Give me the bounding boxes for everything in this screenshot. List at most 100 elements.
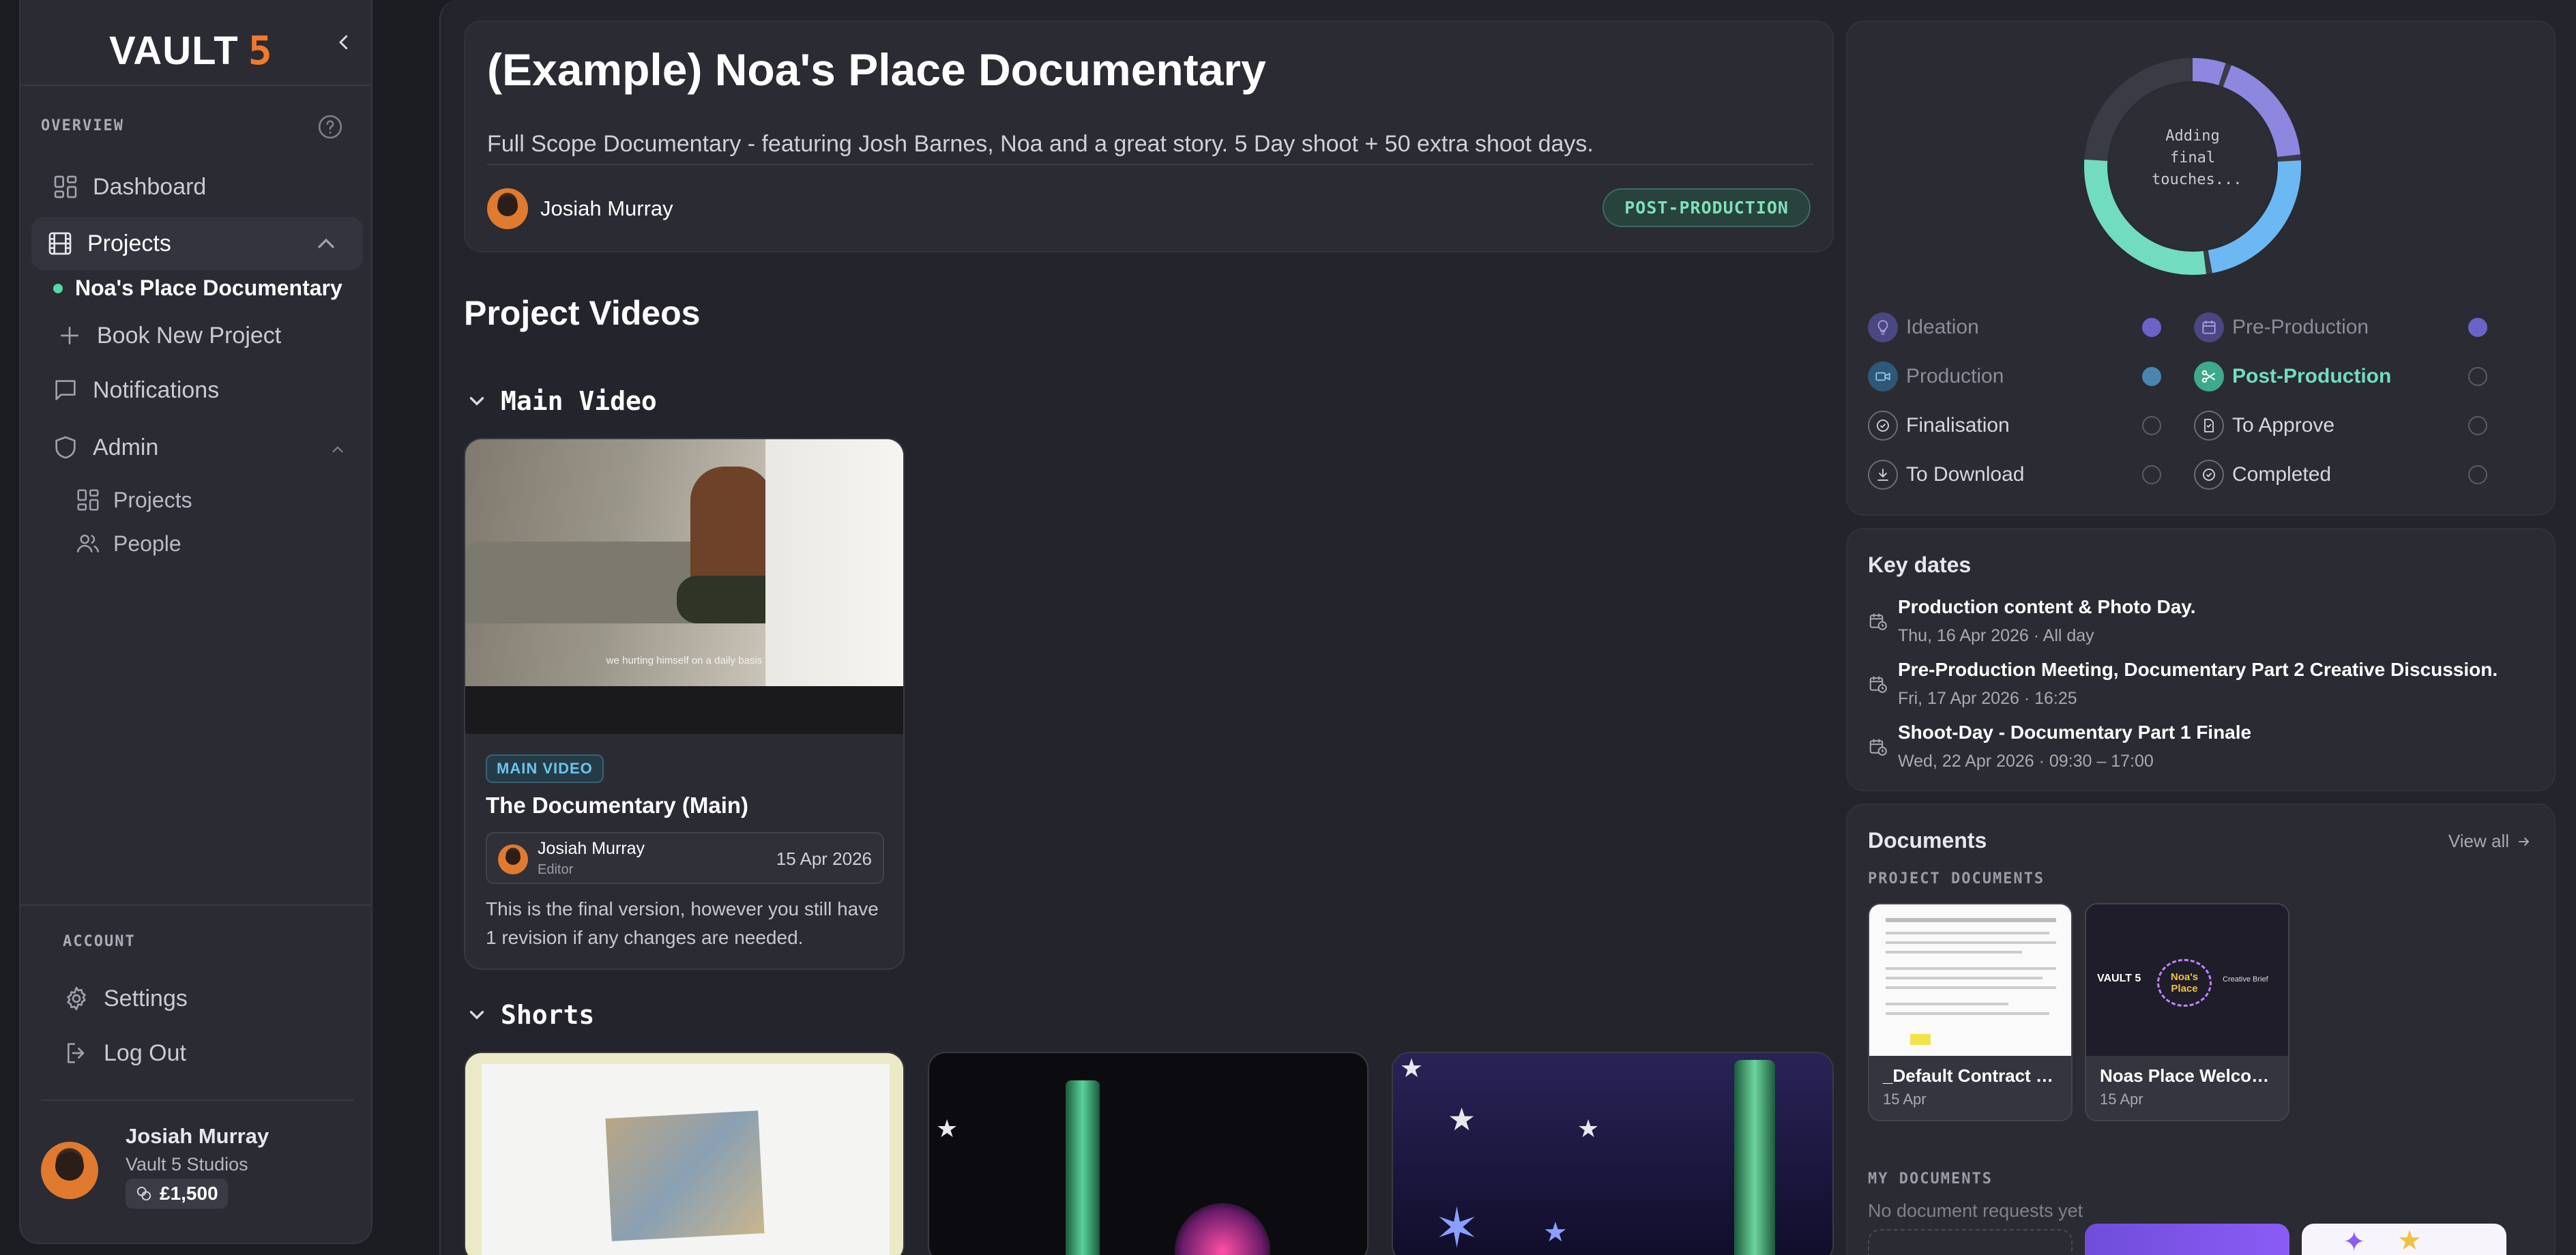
video-author: Josiah Murray <box>538 839 645 858</box>
nav-current-project[interactable]: Noa's Place Documentary <box>53 276 342 301</box>
video-note: This is the final version, however you s… <box>486 898 879 948</box>
credit-badge: £1,500 <box>126 1179 228 1209</box>
calendar-icon <box>2194 312 2224 342</box>
check-pending-icon <box>2468 416 2487 435</box>
brand-logo[interactable]: VAULT 5 <box>109 27 273 74</box>
divider <box>487 164 1813 165</box>
collapse-sidebar-button[interactable] <box>329 27 359 57</box>
nav-dashboard[interactable]: Dashboard <box>52 173 206 201</box>
video-camera-icon <box>1868 361 1898 392</box>
video-type-label: MAIN VIDEO <box>486 754 604 783</box>
progress-text-line: final <box>2169 149 2216 166</box>
video-letterbox <box>465 686 903 734</box>
owner-name: Josiah Murray <box>540 196 673 220</box>
stage-label: To Download <box>1906 463 2025 486</box>
video-subtitle: we hurting himself on a daily basis <box>606 655 763 666</box>
stage-label: Finalisation <box>1906 414 2010 437</box>
logout-icon <box>63 1039 90 1067</box>
stage-label: Completed <box>2232 463 2332 486</box>
check-circle-icon <box>2194 460 2224 490</box>
document-contract[interactable]: _Default Contract Vi... 15 Apr <box>1868 903 2073 1121</box>
short-card-3[interactable]: ★ ★ ★ ✶ ★ <box>1392 1052 1834 1255</box>
divider <box>20 85 371 86</box>
illustration-shape <box>605 1110 765 1241</box>
stage-completed: Completed <box>2194 460 2487 490</box>
calendar-clock-icon <box>1868 596 1888 646</box>
project-owner[interactable]: Josiah Murray <box>487 188 673 229</box>
nav-projects[interactable]: Projects <box>31 217 363 270</box>
dashboard-icon <box>52 173 79 201</box>
stage-to-download: To Download <box>1868 460 2161 490</box>
check-pending-icon <box>2468 367 2487 386</box>
logout-link[interactable]: Log Out <box>63 1039 186 1067</box>
status-badge: POST-PRODUCTION <box>1602 188 1811 227</box>
progress-text-line: touches... <box>2152 171 2242 188</box>
key-date-title: Pre-Production Meeting, Documentary Part… <box>1898 659 2498 680</box>
check-pending-icon <box>2142 465 2161 484</box>
nav-admin-projects[interactable]: Projects <box>75 487 192 513</box>
nav-admin-label: Admin <box>93 434 159 460</box>
nav-admin[interactable]: Admin <box>52 434 158 461</box>
bubble-tube-shape <box>1066 1080 1100 1255</box>
document-name: Noas Place Welcome <box>2100 1065 2277 1086</box>
document-thumbnail <box>1869 904 2071 1056</box>
scissors-icon <box>2194 361 2224 392</box>
short-card-2[interactable]: ★ <box>928 1052 1368 1255</box>
download-icon <box>1868 460 1898 490</box>
stage-pre-production: Pre-Production <box>2194 312 2487 342</box>
check-circle-icon <box>1868 411 1898 441</box>
key-date-item[interactable]: Pre-Production Meeting, Documentary Part… <box>1868 659 2498 709</box>
arrow-right-icon <box>2516 833 2532 850</box>
key-date-item[interactable]: Production content & Photo Day. Thu, 16 A… <box>1868 596 2196 646</box>
chevron-up-icon[interactable] <box>329 441 347 458</box>
avatar <box>487 188 528 229</box>
view-all-label: View all <box>2448 831 2509 851</box>
star-icon: ★ <box>1577 1114 1600 1142</box>
welcome-logo-word: Place <box>2171 983 2198 994</box>
nav-admin-people[interactable]: People <box>75 531 181 557</box>
current-project-label: Noa's Place Documentary <box>75 276 342 300</box>
video-thumbnail[interactable]: we hurting himself on a daily basis <box>465 439 903 686</box>
message-icon <box>52 376 79 404</box>
credit-amount: £1,500 <box>160 1183 218 1204</box>
window-light <box>765 439 903 686</box>
key-date-item[interactable]: Shoot-Day - Documentary Part 1 Finale Wed… <box>1868 722 2251 771</box>
short-card-1[interactable] <box>464 1052 905 1255</box>
stage-finalisation: Finalisation <box>1868 411 2161 441</box>
documents-card: Documents View all PROJECT DOCUMENTS _De… <box>1846 803 2556 1255</box>
document-date: 15 Apr <box>1883 1091 1927 1108</box>
video-author-role: Editor <box>538 862 574 877</box>
stage-label: Pre-Production <box>2232 316 2369 338</box>
key-date-title: Production content & Photo Day. <box>1898 596 2196 617</box>
divider <box>41 1099 353 1101</box>
avatar <box>41 1142 98 1199</box>
brand-name: VAULT <box>109 28 239 73</box>
progress-text-line: Adding <box>2165 128 2220 145</box>
group-main-video[interactable]: Main Video <box>465 386 657 416</box>
document-thumbnail[interactable] <box>2085 1224 2289 1255</box>
user-company: Vault 5 Studios <box>126 1154 248 1175</box>
lightbulb-icon <box>1868 312 1898 342</box>
help-icon[interactable] <box>317 113 344 141</box>
chevron-up-icon <box>312 230 340 257</box>
avatar <box>498 844 528 874</box>
user-name: Josiah Murray <box>126 1124 269 1148</box>
view-all-link[interactable]: View all <box>2448 831 2532 852</box>
document-thumbnail[interactable]: ✦ ★ <box>2302 1224 2506 1255</box>
sidebar: VAULT 5 OVERVIEW Dashboard Projects Noa'… <box>19 0 372 1244</box>
progress-center-text: Adding final touches... <box>2152 126 2242 191</box>
page-title: (Example) Noa's Place Documentary <box>487 44 1266 95</box>
document-welcome[interactable]: VAULT 5 Noa's Place Creative Brief Noas … <box>2085 903 2289 1121</box>
nav-projects-label: Projects <box>87 230 171 256</box>
video-card-main[interactable]: we hurting himself on a daily basis MAIN… <box>464 438 905 970</box>
nav-book-project[interactable]: Book New Project <box>56 322 281 349</box>
file-icon <box>2194 411 2224 441</box>
key-dates-title: Key dates <box>1868 552 1972 577</box>
stage-post-production: Post-Production <box>2194 361 2487 392</box>
star-icon: ★ <box>1448 1102 1476 1137</box>
group-shorts[interactable]: Shorts <box>465 1000 594 1030</box>
upload-placeholder[interactable] <box>1868 1229 2073 1255</box>
settings-link[interactable]: Settings <box>63 985 188 1012</box>
key-date-title: Shoot-Day - Documentary Part 1 Finale <box>1898 722 2252 743</box>
nav-notifications[interactable]: Notifications <box>52 376 219 404</box>
